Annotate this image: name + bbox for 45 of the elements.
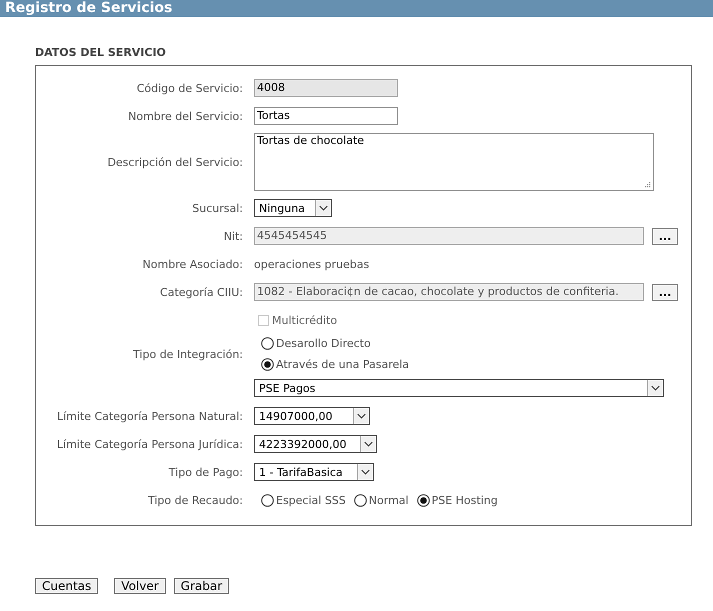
radio-label[interactable]: PSE Hosting — [432, 494, 498, 506]
field-label: Nombre del Servicio: — [128, 110, 243, 122]
caret-icon — [315, 200, 331, 216]
dropdown[interactable]: 1 - TarifaBasica — [254, 463, 374, 481]
caret-icon — [360, 436, 376, 452]
page-header: Registro de Servicios — [0, 0, 713, 17]
field-label: Tipo de Pago: — [168, 466, 243, 478]
text-field[interactable]: 4545454545 — [254, 227, 644, 245]
field-value: operaciones pruebas — [254, 258, 370, 270]
dropdown[interactable]: 14907000,00 — [254, 407, 370, 425]
field-label: Descripción del Servicio: — [107, 156, 243, 168]
radio-label[interactable]: Desarollo Directo — [276, 337, 371, 350]
caret-icon — [357, 464, 373, 480]
caret-icon — [647, 380, 663, 396]
radio-button[interactable] — [261, 337, 274, 350]
radio-label[interactable]: Especial SSS — [276, 494, 346, 506]
field-label: Tipo de Integración: — [133, 348, 243, 360]
field-label: Tipo de Recaudo: — [148, 494, 243, 506]
radio-button[interactable] — [354, 494, 367, 506]
text-area[interactable]: Tortas de chocolate — [254, 133, 654, 191]
text-field[interactable]: 1082 - Elaboraci¢n de cacao, chocolate y productos de confiteria. — [254, 283, 644, 301]
radio-button[interactable] — [261, 358, 274, 371]
browse-button[interactable]: ... — [652, 228, 678, 244]
radio-button[interactable] — [261, 494, 274, 506]
dropdown[interactable]: Ninguna — [254, 199, 332, 217]
radio-button[interactable] — [416, 494, 430, 506]
radio-label[interactable]: Através de una Pasarela — [276, 358, 410, 371]
section-title: DATOS DEL SERVICIO — [35, 46, 167, 59]
action-button[interactable]: Cuentas — [35, 578, 98, 594]
field-label: Límite Categoría Persona Jurídica: — [56, 438, 243, 450]
action-button[interactable]: Volver — [114, 578, 166, 594]
resize-grip-icon[interactable] — [644, 181, 651, 188]
field-label: Sucursal: — [192, 202, 243, 214]
caret-icon — [353, 408, 369, 424]
radio-label[interactable]: Normal — [368, 494, 409, 506]
field-label: Nombre Asociado: — [142, 258, 243, 270]
action-button[interactable]: Grabar — [174, 578, 230, 594]
field-label: Límite Categoría Persona Natural: — [56, 410, 243, 422]
dropdown[interactable]: 4223392000,00 — [254, 435, 377, 453]
text-field[interactable]: Tortas — [254, 107, 398, 125]
field-label: Código de Servicio: — [136, 82, 243, 94]
field-label: Categoría CIIU: — [160, 286, 243, 298]
dropdown[interactable]: PSE Pagos — [254, 379, 664, 397]
browse-button[interactable]: ... — [652, 284, 678, 300]
field-label: Nit: — [224, 230, 243, 242]
